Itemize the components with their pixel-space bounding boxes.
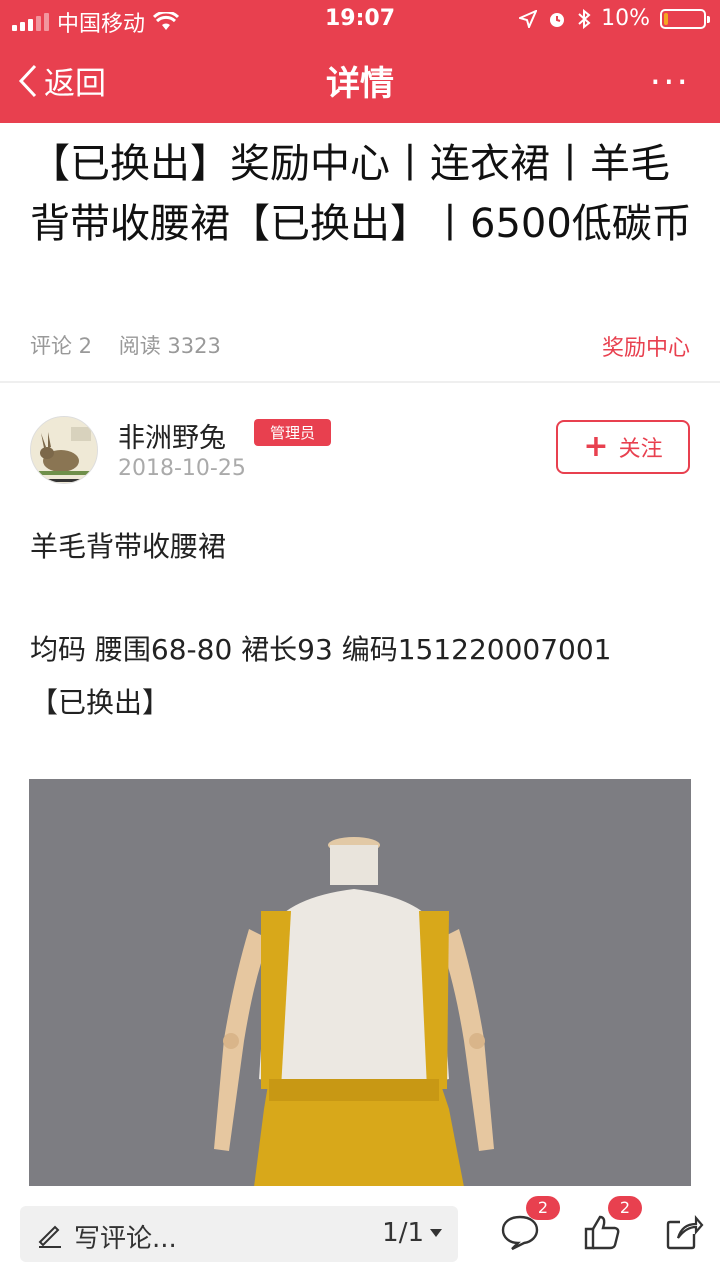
bottom-bar: 写评论... 1/1 2 2 <box>0 1186 720 1280</box>
rabbit-avatar-image <box>31 417 97 483</box>
admin-badge: 管理员 <box>254 419 332 446</box>
product-photo[interactable] <box>29 779 691 1187</box>
status-bar: 中国移动 19:07 10% <box>0 0 720 40</box>
battery-icon <box>660 8 710 29</box>
bluetooth-icon <box>578 8 591 29</box>
body-line: 均码 腰围68-80 裙长93 编码151220007001 <box>30 633 612 666</box>
nav-bar: 返回 详情 ··· <box>0 40 720 123</box>
author-row: 非洲野兔 管理员 2018-10-25 + 关注 <box>30 412 690 492</box>
post-date: 2018-10-25 <box>118 456 246 481</box>
article-title: 【已换出】奖励中心丨连衣裙丨羊毛背带收腰裙【已换出】丨6500低碳币 <box>30 141 692 247</box>
divider <box>0 381 720 383</box>
plus-icon: + <box>583 429 609 464</box>
like-count-badge: 2 <box>608 1196 642 1220</box>
share-button[interactable] <box>664 1212 708 1256</box>
location-icon <box>519 9 538 28</box>
more-icon[interactable]: ··· <box>650 62 690 103</box>
read-count-label: 阅读 3323 <box>118 334 221 358</box>
top-header: 中国移动 19:07 10% 返回 详情 ··· <box>0 0 720 123</box>
comments-button[interactable]: 2 <box>500 1196 560 1256</box>
follow-button[interactable]: + 关注 <box>556 420 690 474</box>
page-selector[interactable]: 1/1 <box>382 1218 442 1248</box>
body-line: 羊毛背带收腰裙 <box>30 530 227 563</box>
body-line: 【已换出】 <box>30 686 171 719</box>
comment-placeholder: 写评论... <box>74 1224 177 1254</box>
pen-icon <box>38 1225 61 1248</box>
status-right: 10% <box>519 6 710 31</box>
author-name[interactable]: 非洲野兔 <box>118 416 226 455</box>
comment-count-label: 评论 2 <box>30 334 93 358</box>
like-button[interactable]: 2 <box>582 1196 642 1256</box>
page-indicator: 1/1 <box>382 1218 424 1248</box>
battery-fill <box>664 12 668 25</box>
share-icon <box>666 1215 704 1250</box>
follow-label: 关注 <box>618 437 663 462</box>
alarm-icon <box>550 12 565 27</box>
avatar[interactable] <box>30 416 98 484</box>
mannequin-dress-image <box>29 779 691 1187</box>
category-link[interactable]: 奖励中心 <box>602 330 690 362</box>
caret-down-icon <box>430 1229 442 1237</box>
article-meta: 评论 2 阅读 3323 奖励中心 <box>30 330 690 362</box>
comment-count-badge: 2 <box>526 1196 560 1220</box>
page-title: 详情 <box>326 64 394 104</box>
comment-input[interactable]: 写评论... 1/1 <box>20 1206 458 1262</box>
battery-percent: 10% <box>601 6 650 31</box>
